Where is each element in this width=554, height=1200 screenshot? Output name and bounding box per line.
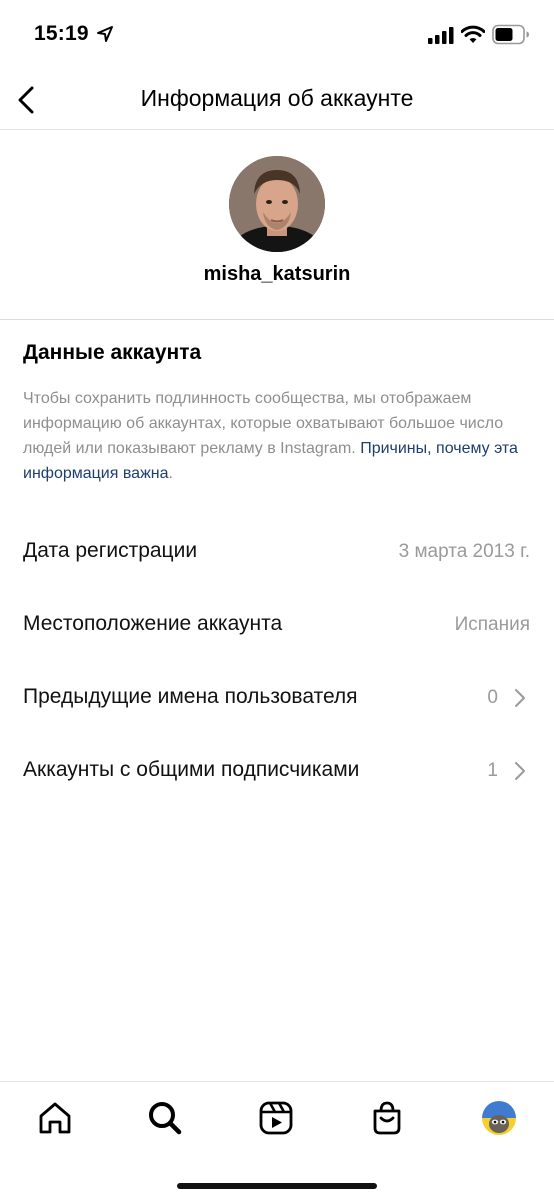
- tab-shop[interactable]: [365, 1096, 409, 1140]
- row-account-location: Местоположение аккаунта Испания: [0, 595, 554, 655]
- avatar: [229, 156, 325, 252]
- cellular-signal-icon: [428, 27, 454, 44]
- nav-header: Информация об аккаунте: [0, 70, 554, 130]
- profile-avatar-image: [482, 1101, 516, 1135]
- row-label: Дата регистрации: [23, 539, 198, 562]
- row-label: Местоположение аккаунта: [23, 612, 283, 635]
- row-label: Предыдущие имена пользователя: [23, 685, 358, 708]
- home-indicator: [177, 1183, 377, 1189]
- link-suffix: .: [168, 465, 173, 482]
- battery-icon: [492, 24, 529, 45]
- tab-search[interactable]: [143, 1096, 187, 1140]
- wifi-icon: [461, 25, 485, 43]
- account-data-description: Чтобы сохранить подлинность сообщества, …: [23, 386, 535, 486]
- page-title: Информация об аккаунте: [140, 85, 414, 111]
- row-value: Испания: [454, 614, 530, 635]
- chevron-right-icon: [515, 762, 525, 780]
- row-value: 1: [487, 760, 498, 781]
- status-bar: 15:19: [0, 0, 554, 70]
- shop-bag-icon: [373, 1101, 401, 1135]
- tab-profile[interactable]: [477, 1096, 521, 1140]
- account-data-title: Данные аккаунта: [23, 341, 202, 364]
- bottom-tab-bar: [0, 1081, 554, 1200]
- row-value: 3 марта 2013 г.: [398, 541, 530, 562]
- row-value: 0: [487, 687, 498, 708]
- avatar-photo: [229, 156, 325, 252]
- row-shared-followers[interactable]: Аккаунты с общими подписчиками 1: [0, 741, 554, 801]
- row-registration-date: Дата регистрации 3 марта 2013 г.: [0, 522, 554, 582]
- username: misha_katsurin: [203, 263, 351, 285]
- profile-section: misha_katsurin: [0, 130, 554, 320]
- tab-home[interactable]: [33, 1096, 77, 1140]
- tab-reels[interactable]: [254, 1096, 298, 1140]
- chevron-right-icon: [515, 689, 525, 707]
- row-label: Аккаунты с общими подписчиками: [23, 758, 360, 781]
- search-icon: [149, 1102, 182, 1135]
- location-arrow-icon: [97, 26, 113, 42]
- status-time: 15:19: [34, 22, 89, 45]
- home-icon: [39, 1102, 71, 1134]
- profile-avatar: [482, 1101, 516, 1135]
- row-former-usernames[interactable]: Предыдущие имена пользователя 0: [0, 668, 554, 728]
- reels-icon: [259, 1101, 293, 1135]
